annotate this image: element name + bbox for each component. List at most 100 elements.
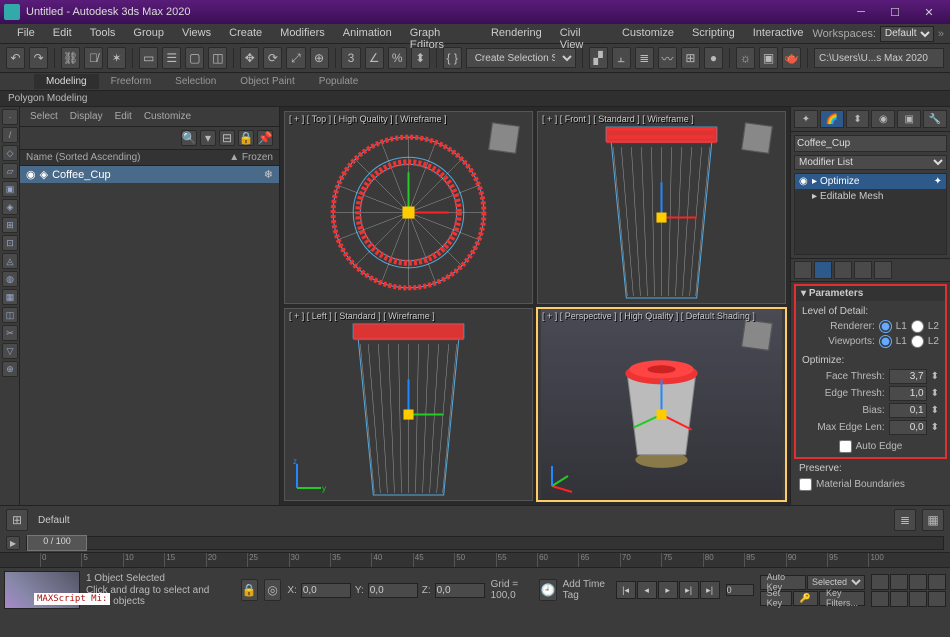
face-thresh-spinner[interactable] bbox=[889, 369, 927, 384]
spinner-arrows-icon[interactable]: ⬍ bbox=[931, 405, 939, 416]
goto-start-button[interactable]: |◂ bbox=[616, 581, 636, 599]
element-mode-icon[interactable]: ▣ bbox=[2, 181, 18, 197]
zoom-button[interactable] bbox=[871, 574, 889, 590]
spinner-arrows-icon[interactable]: ⬍ bbox=[931, 422, 939, 433]
edge-mode-icon[interactable]: / bbox=[2, 127, 18, 143]
tool-i-icon[interactable]: ▽ bbox=[2, 343, 18, 359]
menu-file[interactable]: File bbox=[8, 24, 44, 43]
orbit-button[interactable] bbox=[890, 591, 908, 607]
viewport-perspective[interactable]: [ + ] [ Perspective ] [ High Quality ] [… bbox=[537, 308, 786, 501]
ribbon-tab-selection[interactable]: Selection bbox=[163, 74, 228, 89]
lock-selection-button[interactable]: 🔒 bbox=[241, 579, 258, 601]
scene-tab-customize[interactable]: Customize bbox=[144, 111, 191, 122]
scene-tab-display[interactable]: Display bbox=[70, 111, 103, 122]
display-tab-icon[interactable]: ▣ bbox=[897, 110, 921, 128]
tool-j-icon[interactable]: ⊕ bbox=[2, 361, 18, 377]
menu-rendering[interactable]: Rendering bbox=[482, 24, 551, 43]
layer-default-button[interactable]: Default bbox=[34, 515, 94, 526]
z-coord-field[interactable] bbox=[435, 583, 485, 598]
menu-graph-editors[interactable]: Graph Editors bbox=[401, 24, 482, 43]
tool-c-icon[interactable]: ⊡ bbox=[2, 235, 18, 251]
viewports-l1-radio[interactable] bbox=[879, 335, 892, 348]
mirror-button[interactable]: ▞ bbox=[589, 47, 608, 69]
time-slider-thumb[interactable]: 0 / 100 bbox=[27, 535, 87, 551]
selection-set-dropdown[interactable]: Create Selection Se bbox=[466, 48, 576, 68]
min-max-button[interactable] bbox=[928, 591, 946, 607]
pan-button[interactable] bbox=[871, 591, 889, 607]
max-edge-spinner[interactable] bbox=[889, 420, 927, 435]
schematic-button[interactable]: ⊞ bbox=[681, 47, 700, 69]
stack-editable-mesh[interactable]: ▸Editable Mesh bbox=[795, 189, 946, 204]
remove-modifier-button[interactable] bbox=[854, 261, 872, 279]
toggle-trackbar-button[interactable]: ⊞ bbox=[6, 509, 28, 531]
scene-tab-edit[interactable]: Edit bbox=[115, 111, 132, 122]
goto-end-button[interactable]: ▸| bbox=[700, 581, 720, 599]
x-coord-field[interactable] bbox=[301, 583, 351, 598]
visibility-icon[interactable]: ◉ bbox=[26, 168, 36, 181]
viewport-top[interactable]: [ + ] [ Top ] [ High Quality ] [ Wirefra… bbox=[284, 111, 533, 304]
spinner-arrows-icon[interactable]: ⬍ bbox=[931, 388, 939, 399]
rotate-button[interactable]: ⟳ bbox=[263, 47, 282, 69]
poly-mode-icon[interactable]: ▱ bbox=[2, 163, 18, 179]
menu-scripting[interactable]: Scripting bbox=[683, 24, 744, 43]
scene-tab-select[interactable]: Select bbox=[30, 111, 58, 122]
tool-g-icon[interactable]: ◫ bbox=[2, 307, 18, 323]
render-setup-button[interactable]: ☼ bbox=[736, 47, 755, 69]
zoom-all-button[interactable] bbox=[890, 574, 908, 590]
scene-col-name[interactable]: Name (Sorted Ascending) bbox=[26, 152, 229, 163]
angle-snap-button[interactable]: ∠ bbox=[365, 47, 384, 69]
pin-stack-button[interactable] bbox=[794, 261, 812, 279]
zoom-region-button[interactable] bbox=[928, 574, 946, 590]
configure-sets-button[interactable] bbox=[874, 261, 892, 279]
modify-tab-icon[interactable]: 🌈 bbox=[820, 110, 844, 128]
menu-tools[interactable]: Tools bbox=[81, 24, 125, 43]
viewcube-icon[interactable] bbox=[737, 118, 779, 160]
viewport-top-label[interactable]: [ + ] [ Top ] [ High Quality ] [ Wirefra… bbox=[289, 114, 447, 124]
auto-edge-checkbox[interactable] bbox=[839, 440, 852, 453]
move-button[interactable]: ✥ bbox=[240, 47, 259, 69]
redo-button[interactable]: ↷ bbox=[29, 47, 48, 69]
project-path-field[interactable] bbox=[814, 48, 944, 68]
time-config-icon[interactable]: ▸ bbox=[6, 536, 20, 550]
edge-thresh-spinner[interactable] bbox=[889, 386, 927, 401]
parameters-header[interactable]: ▾ Parameters bbox=[796, 286, 945, 301]
setkey-button[interactable]: Set Key bbox=[760, 591, 792, 606]
workspace-more-icon[interactable]: » bbox=[938, 28, 944, 40]
select-region-button[interactable]: ▢ bbox=[185, 47, 204, 69]
menu-group[interactable]: Group bbox=[124, 24, 173, 43]
viewcube-icon[interactable] bbox=[484, 118, 526, 160]
hierarchy-tab-icon[interactable]: ⬍ bbox=[846, 110, 870, 128]
viewport-left-label[interactable]: [ + ] [ Left ] [ Standard ] [ Wireframe … bbox=[289, 311, 435, 321]
layers-button[interactable]: ≣ bbox=[635, 47, 654, 69]
renderer-l2-radio[interactable] bbox=[911, 320, 924, 333]
y-coord-field[interactable] bbox=[368, 583, 418, 598]
ribbon-tab-object-paint[interactable]: Object Paint bbox=[228, 74, 306, 89]
scale-button[interactable]: ⤢ bbox=[286, 47, 305, 69]
utilities-tab-icon[interactable]: 🔧 bbox=[923, 110, 947, 128]
modifier-stack[interactable]: ◉▸Optimize✦ ▸Editable Mesh bbox=[794, 173, 947, 255]
ribbon-tab-populate[interactable]: Populate bbox=[307, 74, 370, 89]
key-filters-button[interactable]: Key Filters... bbox=[819, 591, 865, 606]
viewport-front-label[interactable]: [ + ] [ Front ] [ Standard ] [ Wireframe… bbox=[542, 114, 694, 124]
render-button[interactable]: 🫖 bbox=[782, 47, 801, 69]
tool-h-icon[interactable]: ✂ bbox=[2, 325, 18, 341]
minimize-button[interactable]: ─ bbox=[844, 1, 878, 23]
bias-spinner[interactable] bbox=[889, 403, 927, 418]
current-frame-field[interactable] bbox=[726, 584, 754, 596]
set-key-icon[interactable]: 🔑 bbox=[793, 591, 818, 606]
lock-icon[interactable]: 🔒 bbox=[238, 130, 254, 146]
mini-curve-button[interactable]: ▦ bbox=[922, 509, 944, 531]
viewcube-icon[interactable] bbox=[737, 315, 779, 357]
walk-button[interactable] bbox=[909, 591, 927, 607]
named-sets-button[interactable]: { } bbox=[443, 47, 462, 69]
scene-item-coffee-cup[interactable]: ◉ ◈ Coffee_Cup ❄ bbox=[20, 166, 279, 183]
curve-editor-button[interactable]: 〰 bbox=[658, 47, 677, 69]
unlink-button[interactable]: ⛓̸ bbox=[84, 47, 103, 69]
modifier-list-dropdown[interactable]: Modifier List bbox=[794, 155, 947, 170]
viewport-left[interactable]: [ + ] [ Left ] [ Standard ] [ Wireframe … bbox=[284, 308, 533, 501]
render-frame-button[interactable]: ▣ bbox=[759, 47, 778, 69]
make-unique-button[interactable] bbox=[834, 261, 852, 279]
scene-col-frozen[interactable]: ▲ Frozen bbox=[229, 152, 273, 163]
isolate-button[interactable]: ◎ bbox=[264, 579, 281, 601]
next-frame-button[interactable]: ▸| bbox=[679, 581, 699, 599]
